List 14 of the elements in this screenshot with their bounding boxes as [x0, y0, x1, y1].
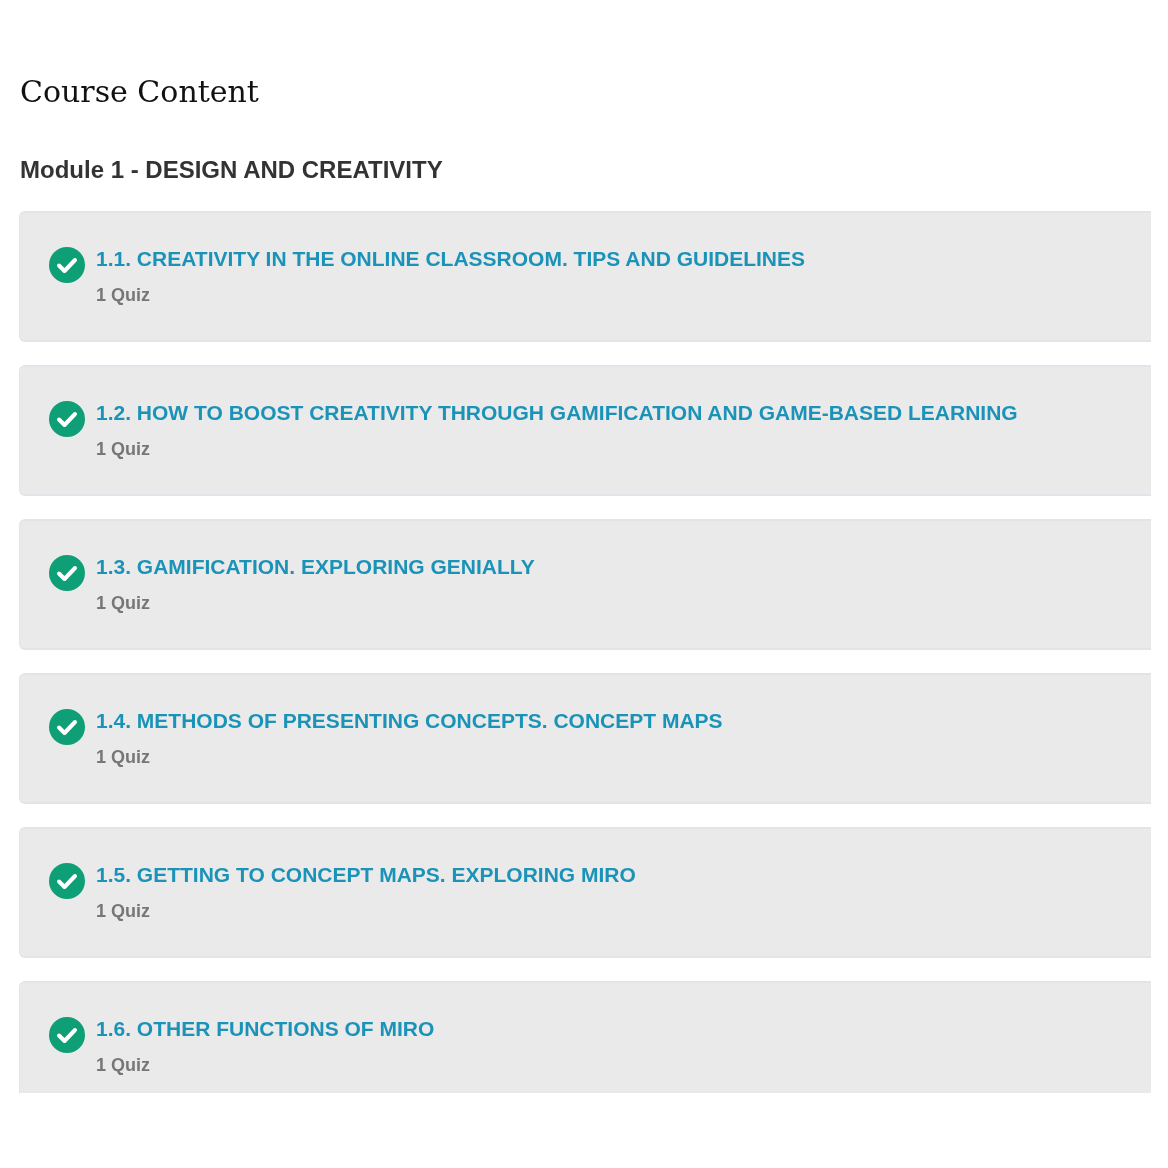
page-title: Course Content — [20, 73, 260, 111]
quiz-count: 1 Quiz — [96, 1054, 150, 1076]
quiz-count: 1 Quiz — [96, 438, 150, 460]
lesson-title-link[interactable]: 1.3. GAMIFICATION. EXPLORING GENIALLY — [96, 553, 535, 581]
quiz-count: 1 Quiz — [96, 900, 150, 922]
module-heading: Module 1 - DESIGN AND CREATIVITY — [20, 155, 444, 185]
quiz-count: 1 Quiz — [96, 746, 150, 768]
quiz-count: 1 Quiz — [96, 284, 150, 306]
lesson-title-link[interactable]: 1.1. CREATIVITY IN THE ONLINE CLASSROOM. TIPS AND GUIDELINES — [96, 245, 806, 273]
quiz-count: 1 Quiz — [96, 592, 150, 614]
lesson-title-link[interactable]: 1.4. METHODS OF PRESENTING CONCEPTS. CONCEPT MAPS — [96, 707, 723, 735]
lesson-title-link[interactable]: 1.5. GETTING TO CONCEPT MAPS. EXPLORING MIRO — [96, 861, 636, 889]
lesson-title-link[interactable]: 1.2. HOW TO BOOST CREATIVITY THROUGH GAMIFICATION AND GAME-BASED LEARNING — [96, 399, 1018, 427]
lesson-title-link[interactable]: 1.6. OTHER FUNCTIONS OF MIRO — [96, 1015, 435, 1043]
